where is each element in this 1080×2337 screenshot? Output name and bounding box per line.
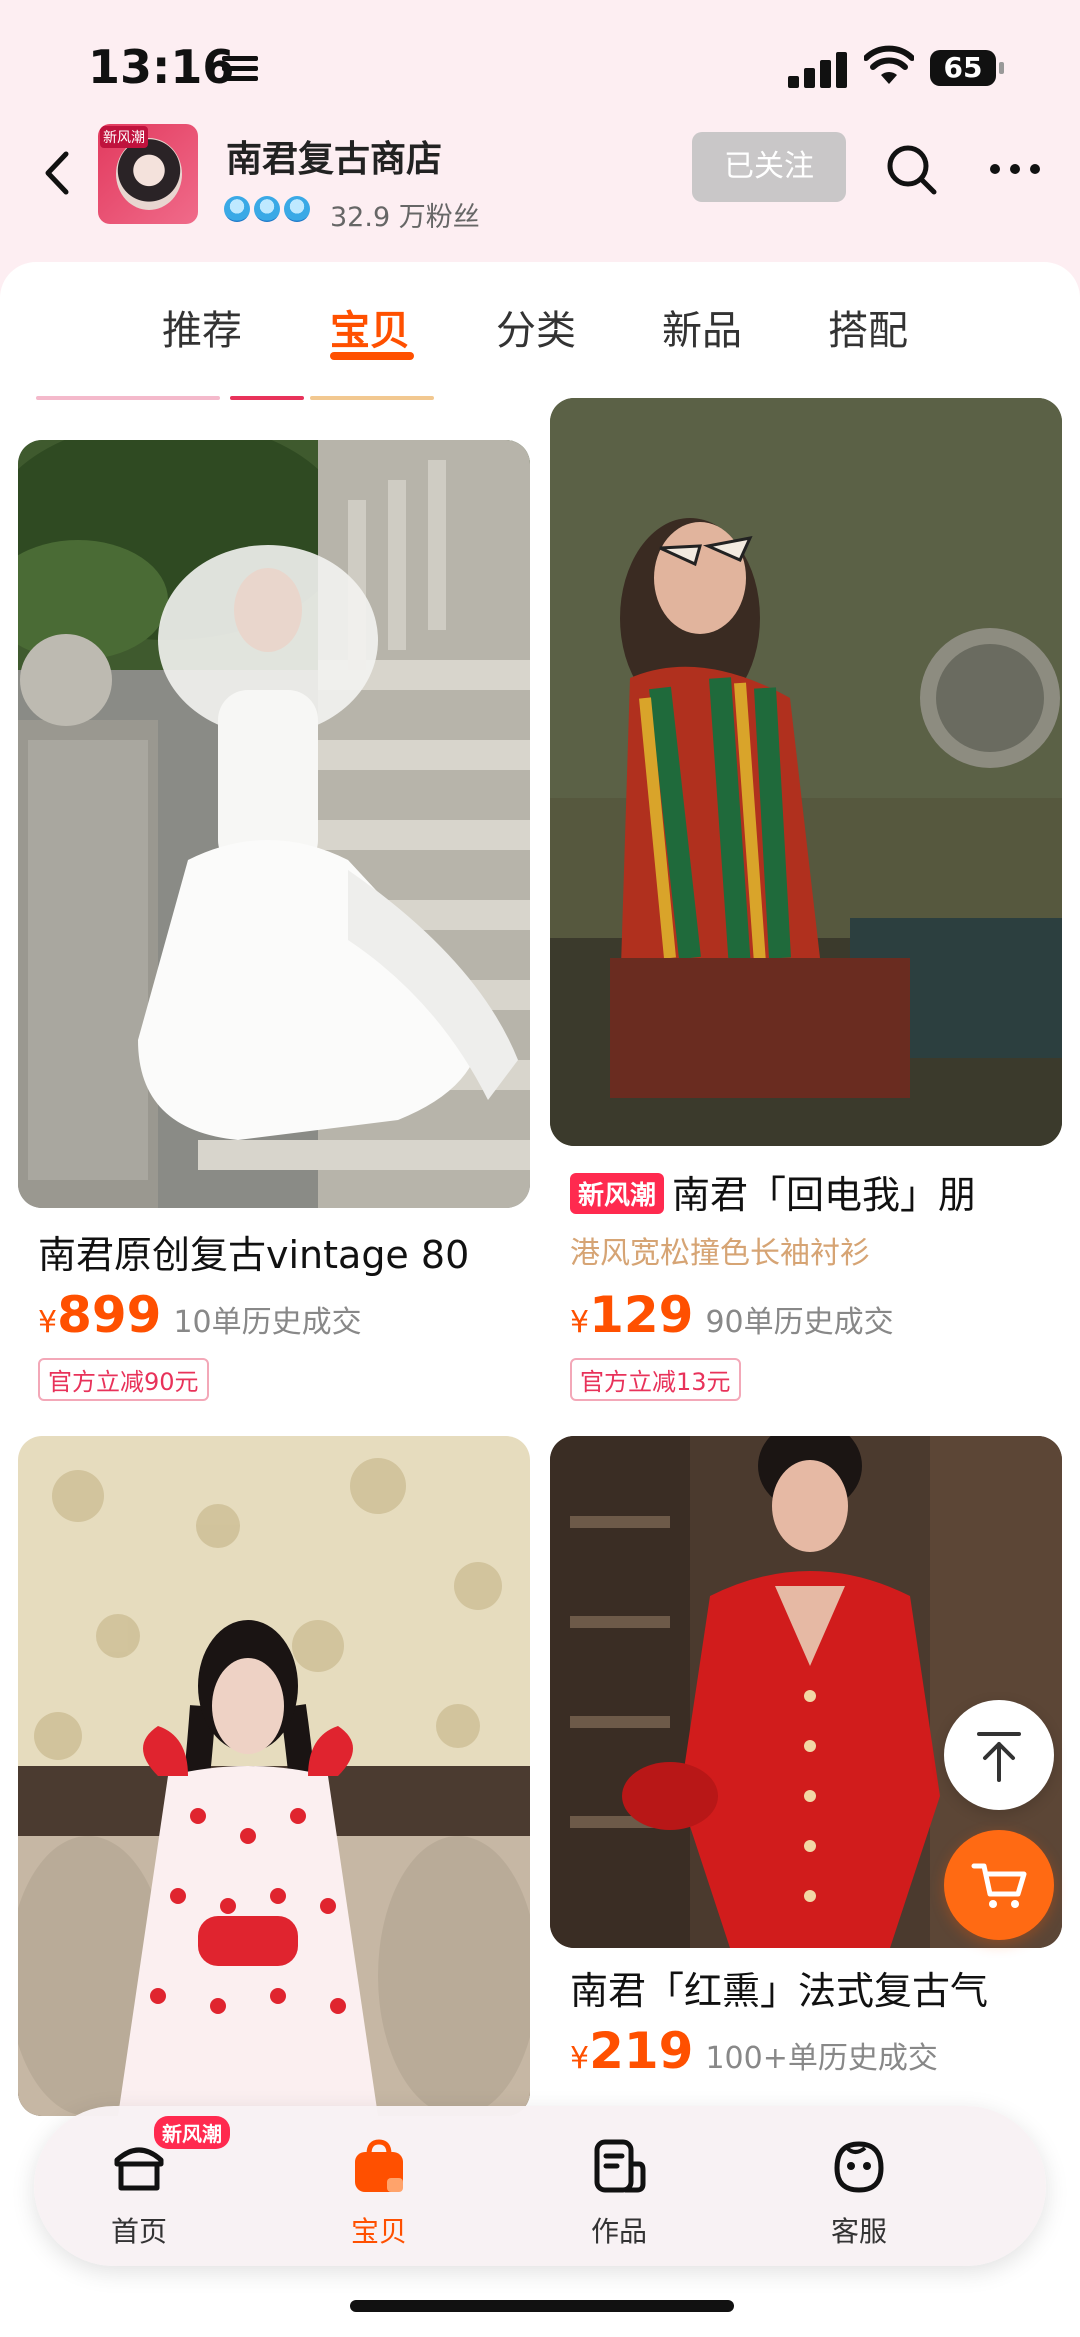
nav-label: 客服 [830, 2215, 887, 2248]
tab-recommend[interactable]: 推荐 [162, 298, 242, 356]
home-indicator [350, 2300, 734, 2312]
divider [310, 396, 434, 400]
wifi-icon [864, 45, 914, 84]
status-bar: 13:16 65 [0, 0, 1080, 130]
fans-count: 32.9 万粉丝 [330, 202, 480, 233]
nav-label: 作品 [590, 2215, 647, 2248]
status-time: 13:16 [88, 40, 235, 94]
shop-logo[interactable]: 新风潮 [98, 124, 198, 224]
nav-customer-service[interactable]: 客服 [784, 2106, 934, 2266]
tab-active-indicator [330, 352, 414, 360]
product-image[interactable] [18, 1436, 530, 2116]
follow-button[interactable]: 已关注 [692, 132, 846, 202]
currency-symbol: ¥ [570, 2041, 590, 2076]
product-title[interactable]: 新风潮 南君「回电我」朋 [570, 1164, 1060, 1219]
currency-symbol: ¥ [38, 1305, 58, 1340]
divider [230, 396, 304, 400]
product-title[interactable]: 南君原创复古vintage 80 [38, 1224, 528, 1279]
more-icon[interactable] [990, 160, 1046, 180]
shop-name[interactable]: 南君复古商店 [226, 130, 442, 182]
divider [36, 396, 220, 400]
shop-tabs: 推荐 宝贝 分类 新品 搭配 [0, 298, 1080, 368]
list-icon [222, 56, 258, 82]
search-icon[interactable] [886, 144, 938, 196]
price-row: ¥899 10单历史成交 [38, 1286, 362, 1344]
new-trend-badge: 新风潮 [570, 1173, 665, 1214]
currency-symbol: ¥ [570, 1305, 590, 1340]
product-card[interactable]: 新风潮 南君「回电我」朋 港风宽松撞色长袖衬衫 ¥129 90单历史成交 官方立减1… [550, 398, 1062, 1401]
nav-home[interactable]: 新风潮 首页 [64, 2106, 230, 2266]
tab-products[interactable]: 宝贝 [330, 298, 410, 356]
product-price: 129 [589, 1286, 694, 1344]
sold-count: 90单历史成交 [705, 1305, 894, 1340]
medal-icon [224, 196, 250, 222]
coupon-badge: 官方立减13元 [570, 1358, 741, 1401]
product-card[interactable]: 南君原创复古vintage 80 ¥899 10单历史成交 官方立减90元 [18, 440, 530, 1401]
product-title-text: 南君「回电我」朋 [672, 1173, 977, 1217]
product-price: 219 [589, 2022, 694, 2080]
price-row: ¥219 100+单历史成交 [570, 2022, 938, 2080]
sold-count: 10单历史成交 [173, 1305, 362, 1340]
shop-level-medals [224, 196, 314, 226]
product-card[interactable] [18, 1436, 530, 2116]
coupon-badge: 官方立减90元 [38, 1358, 209, 1401]
logo-tag: 新风潮 [100, 126, 148, 148]
cart-icon [971, 1863, 1027, 1908]
nav-label: 首页 [110, 2215, 167, 2248]
nav-works[interactable]: 作品 [544, 2106, 694, 2266]
tab-categories[interactable]: 分类 [496, 298, 576, 356]
battery-indicator: 65 [930, 50, 1004, 86]
bottom-navigation: 新风潮 首页 宝贝 作品 客服 [34, 2106, 1046, 2266]
price-row: ¥129 90单历史成交 [570, 1286, 894, 1344]
medal-icon [284, 196, 310, 222]
medal-icon [254, 196, 280, 222]
works-icon [594, 2139, 646, 2193]
cart-button[interactable] [944, 1830, 1054, 1940]
back-arrow-icon[interactable] [38, 148, 78, 198]
arrow-up-icon [977, 1732, 1021, 1782]
customer-service-icon [834, 2141, 884, 2193]
tab-outfits[interactable]: 搭配 [828, 298, 908, 356]
tab-new[interactable]: 新品 [662, 298, 742, 356]
product-image[interactable] [18, 440, 530, 1208]
product-image[interactable] [550, 398, 1062, 1146]
product-subtitle: 港风宽松撞色长袖衬衫 [570, 1236, 870, 1271]
nav-label: 宝贝 [350, 2215, 407, 2248]
sold-count: 100+单历史成交 [705, 2041, 938, 2076]
nav-products[interactable]: 宝贝 [304, 2106, 454, 2266]
product-title[interactable]: 南君「红熏」法式复古气 [570, 1960, 1060, 2015]
signal-icon [788, 48, 848, 88]
back-to-top-button[interactable] [944, 1700, 1054, 1810]
bag-icon [355, 2139, 403, 2192]
nav-badge: 新风潮 [154, 2116, 230, 2149]
product-price: 899 [57, 1286, 162, 1344]
